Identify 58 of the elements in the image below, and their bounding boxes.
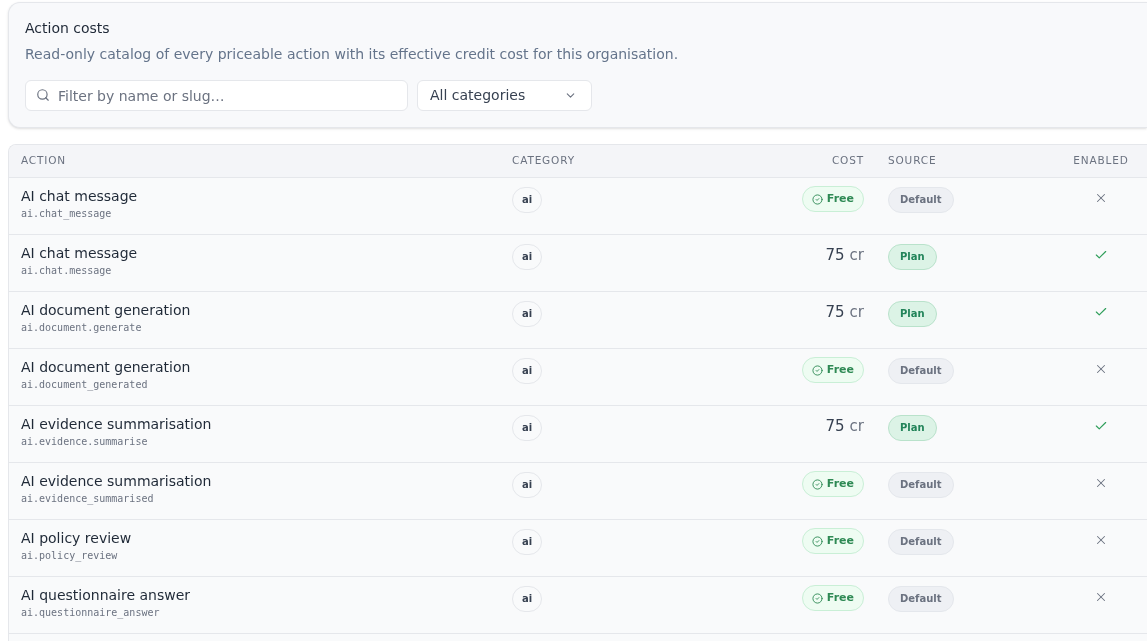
card-title: Action costs: [25, 19, 111, 38]
check-circle-icon: [811, 535, 823, 547]
action-name: AI chat message: [21, 244, 139, 263]
column-header: COST: [830, 153, 864, 169]
cost-amount: 75: [825, 302, 845, 322]
action-name: AI evidence summarisation: [21, 472, 213, 491]
free-badge: Free: [801, 357, 864, 383]
free-badge: Free: [801, 186, 864, 212]
action-name: AI questionnaire answer: [21, 586, 192, 605]
action-name: AI document generation: [21, 301, 192, 320]
default-badge: Default: [888, 528, 954, 555]
category-badge: ai: [512, 357, 543, 384]
action-slug: ai.document_generated: [21, 378, 149, 393]
action-slug: ai.policy_review: [21, 549, 119, 564]
check-circle-icon: [811, 592, 823, 604]
plan-badge: Plan: [888, 414, 937, 441]
category-badge: ai: [512, 414, 543, 441]
plan-badge: Plan: [888, 300, 937, 327]
plan-badge: Plan: [888, 243, 937, 270]
category-badge: ai: [512, 243, 543, 270]
action-name: AI policy review: [21, 529, 133, 548]
column-header: ACTION: [21, 153, 67, 169]
cost-unit: cr: [849, 245, 864, 265]
action-slug: ai.evidence.summarise: [21, 435, 149, 449]
default-badge: Default: [888, 471, 954, 498]
search-field[interactable]: Filter by name or slug…: [25, 80, 408, 111]
category-badge: ai: [512, 186, 543, 213]
default-badge: Default: [888, 186, 954, 213]
action-slug: ai.chat.message: [21, 264, 113, 278]
column-header: ENABLED: [1072, 153, 1130, 169]
column-header: SOURCE: [887, 153, 938, 169]
category-select[interactable]: All categories: [417, 80, 592, 111]
category-badge: ai: [512, 528, 543, 555]
action-slug: ai.questionnaire_answer: [21, 606, 161, 621]
default-badge: Default: [888, 585, 954, 612]
category-badge: ai: [512, 300, 543, 327]
action-name: AI evidence summarisation: [21, 415, 213, 434]
check-circle-icon: [811, 478, 823, 490]
check-circle-icon: [811, 364, 823, 376]
cost-unit: cr: [849, 302, 864, 322]
cost-amount: 75: [825, 245, 845, 265]
action-slug: ai.evidence_summarised: [21, 492, 155, 507]
search-icon: [36, 88, 50, 102]
action-name: AI document generation: [21, 358, 192, 377]
category-badge: ai: [512, 585, 543, 612]
column-header: CATEGORY: [512, 153, 576, 169]
default-badge: Default: [888, 357, 954, 384]
category-badge: ai: [512, 471, 543, 498]
action-name: AI chat message: [21, 187, 139, 206]
free-badge: Free: [801, 528, 864, 554]
cost-unit: cr: [849, 416, 864, 436]
cost-amount: 75: [825, 416, 845, 436]
action-slug: ai.chat_message: [21, 207, 113, 222]
free-badge: Free: [801, 471, 864, 497]
free-badge: Free: [801, 585, 864, 611]
card-description: Read-only catalog of every priceable action with its effective credit cost for this organisation.: [25, 45, 680, 64]
action-slug: ai.document.generate: [21, 321, 143, 335]
check-circle-icon: [811, 193, 823, 205]
